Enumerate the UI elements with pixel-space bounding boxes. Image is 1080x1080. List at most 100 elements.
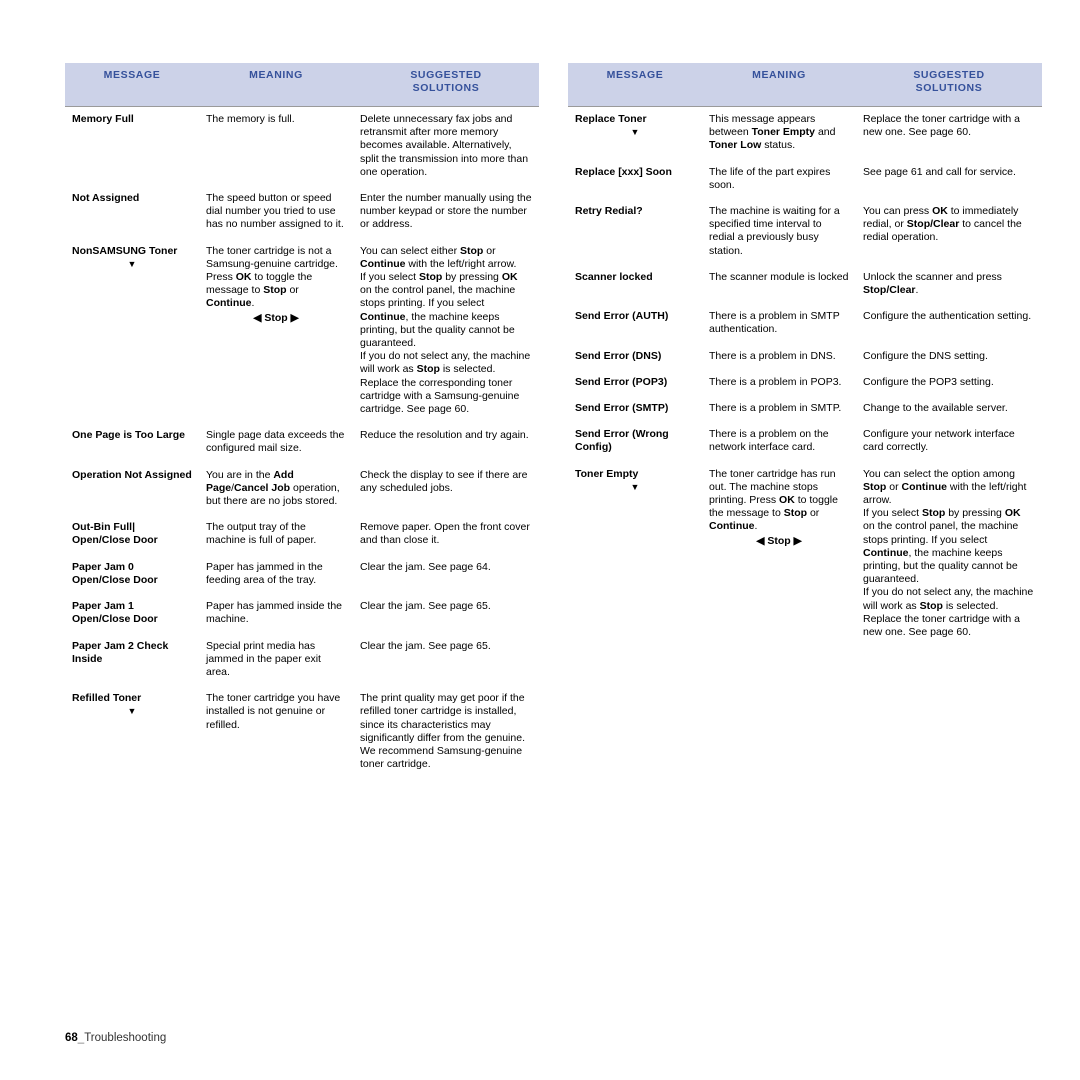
header-solutions-line1: SUGGESTED xyxy=(913,69,985,81)
cell-solution: Configure your network interface card co… xyxy=(863,428,1015,454)
stop-toggle-indicator: ◀ Stop ▶ xyxy=(253,311,299,324)
cell-message: NonSAMSUNG Toner ▼ xyxy=(65,239,199,424)
table-row: Send Error (AUTH) There is a problem in S… xyxy=(568,304,1042,343)
cell-message: Replace [xxx] Soon xyxy=(575,165,672,178)
cell-meaning: Special print media has jammed in the pa… xyxy=(206,639,321,678)
cell-meaning: The toner cartridge you have installed i… xyxy=(206,692,341,731)
cell-solution: Enter the number manually using the numb… xyxy=(360,192,532,231)
table-row: Paper Jam 2 Check Inside Special print me… xyxy=(65,634,539,687)
table-row: Send Error (POP3) There is a problem in P… xyxy=(568,370,1042,396)
table-header-left: MESSAGE MEANING SUGGESTED SOLUTIONS xyxy=(65,63,539,107)
header-message: MESSAGE xyxy=(65,63,199,107)
cell-meaning: There is a problem in DNS. xyxy=(709,349,836,362)
cell-message: Retry Redial? xyxy=(575,205,643,218)
footer-section-label: Troubleshooting xyxy=(84,1032,167,1044)
table-row: Out-Bin Full| Open/Close Door The output … xyxy=(65,515,539,554)
cell-solution: Clear the jam. See page 65. xyxy=(360,600,491,613)
cell-message: One Page is Too Large xyxy=(72,429,185,442)
triangle-down-icon: ▼ xyxy=(127,258,137,269)
cell-message: Out-Bin Full| Open/Close Door xyxy=(72,521,158,547)
cell-meaning: The memory is full. xyxy=(199,106,353,187)
cell-solution: You can press OK to immediately redial, … xyxy=(863,205,1022,244)
cell-solution: Change to the available server. xyxy=(863,402,1008,415)
cell-solution: Configure the authentication setting. xyxy=(863,310,1032,323)
cell-solution: Replace the toner cartridge with a new o… xyxy=(856,105,1042,160)
message-table-right: MESSAGE MEANING SUGGESTED SOLUTIONS Repl… xyxy=(568,63,1042,646)
cell-message: Send Error (Wrong Config) xyxy=(575,428,669,454)
cell-message: Toner Empty ▼ xyxy=(568,462,702,647)
page-footer: 68_Troubleshooting xyxy=(65,1032,166,1044)
cell-meaning: The scanner module is locked xyxy=(709,270,849,283)
cell-meaning: The speed button or speed dial number yo… xyxy=(206,192,344,231)
table-row: Retry Redial? The machine is waiting for … xyxy=(568,199,1042,265)
table-body-left: Memory Full The memory is full. Delete unn… xyxy=(65,106,539,779)
table-row: One Page is Too Large Single page data ex… xyxy=(65,423,539,462)
document-page: MESSAGE MEANING SUGGESTED SOLUTIONS Memo… xyxy=(0,0,1080,1080)
header-solutions-line1: SUGGESTED xyxy=(410,69,482,81)
stop-toggle-indicator: ◀ Stop ▶ xyxy=(756,534,802,547)
cell-meaning: Paper has jammed in the feeding area of … xyxy=(206,560,323,586)
right-column: MESSAGE MEANING SUGGESTED SOLUTIONS Repl… xyxy=(568,63,1042,646)
cell-meaning: The life of the part expires soon. xyxy=(709,165,831,191)
table-row: Replace [xxx] Soon The life of the part e… xyxy=(568,160,1042,199)
cell-message: Paper Jam 0 Open/Close Door xyxy=(72,560,158,586)
cell-message: Send Error (SMTP) xyxy=(575,402,669,415)
table-row: Send Error (DNS) There is a problem in DN… xyxy=(568,344,1042,370)
table-body-right: Replace Toner ▼ This message appears betwe… xyxy=(568,105,1042,647)
cell-message: Operation Not Assigned xyxy=(72,468,192,481)
table-header-row: MESSAGE MEANING SUGGESTED SOLUTIONS xyxy=(568,63,1042,107)
header-solutions-line2: SOLUTIONS xyxy=(412,82,480,95)
cell-message: Send Error (DNS) xyxy=(575,349,662,362)
cell-solution: Check the display to see if there are an… xyxy=(360,468,528,494)
triangle-down-icon: ▼ xyxy=(127,706,137,717)
table-row: Replace Toner ▼ This message appears betwe… xyxy=(568,105,1042,160)
header-meaning: MEANING xyxy=(199,63,353,107)
cell-solution: Delete unnecessary fax jobs and retransm… xyxy=(353,106,539,187)
cell-solution: Clear the jam. See page 64. xyxy=(360,560,491,573)
cell-solution: The print quality may get poor if the re… xyxy=(360,692,525,771)
cell-message: Paper Jam 1 Open/Close Door xyxy=(72,600,158,626)
cell-message: Not Assigned xyxy=(72,192,140,205)
cell-meaning: The output tray of the machine is full o… xyxy=(206,521,317,547)
cell-meaning: There is a problem in POP3. xyxy=(709,375,842,388)
triangle-down-icon: ▼ xyxy=(630,127,640,138)
cell-solution: Remove paper. Open the front cover and t… xyxy=(360,521,530,547)
cell-solution: Unlock the scanner and press Stop/Clear. xyxy=(863,270,1002,297)
cell-meaning: The toner cartridge has run out. The mac… xyxy=(702,462,856,647)
message-table-left: MESSAGE MEANING SUGGESTED SOLUTIONS Memo… xyxy=(65,63,539,778)
cell-solution: Clear the jam. See page 65. xyxy=(360,639,491,652)
table-row: Send Error (Wrong Config) There is a prob… xyxy=(568,422,1042,461)
table-row: Memory Full The memory is full. Delete unn… xyxy=(65,106,539,187)
table-row: Paper Jam 1 Open/Close Door Paper has jam… xyxy=(65,594,539,633)
table-row: Refilled Toner ▼ The toner cartridge you h… xyxy=(65,686,539,778)
cell-meaning: The machine is waiting for a specified t… xyxy=(709,205,840,257)
cell-message: Paper Jam 2 Check Inside xyxy=(72,639,169,665)
header-message: MESSAGE xyxy=(568,63,702,107)
table-row: Not Assigned The speed button or speed di… xyxy=(65,186,539,239)
cell-solution: Reduce the resolution and try again. xyxy=(360,429,529,442)
cell-meaning: Paper has jammed inside the machine. xyxy=(206,600,342,626)
cell-meaning: The toner cartridge is not a Samsung-gen… xyxy=(199,239,353,424)
cell-meaning: There is a problem in SMTP. xyxy=(709,402,842,415)
table-row: Send Error (SMTP) There is a problem in S… xyxy=(568,396,1042,422)
cell-meaning: This message appears between Toner Empty… xyxy=(702,105,856,160)
table-row: Paper Jam 0 Open/Close Door Paper has jam… xyxy=(65,555,539,594)
cell-solution: See page 61 and call for service. xyxy=(863,165,1016,178)
table-row: Scanner locked The scanner module is lock… xyxy=(568,265,1042,304)
cell-message: Scanner locked xyxy=(575,270,653,283)
cell-message: Send Error (POP3) xyxy=(575,375,668,388)
table-row: Operation Not Assigned You are in the Add… xyxy=(65,463,539,516)
cell-meaning: You are in the Add Page/Cancel Job opera… xyxy=(206,468,340,508)
table-header-right: MESSAGE MEANING SUGGESTED SOLUTIONS xyxy=(568,63,1042,107)
cell-solution: Configure the POP3 setting. xyxy=(863,375,994,388)
cell-meaning: There is a problem on the network interf… xyxy=(709,428,829,454)
table-row: NonSAMSUNG Toner ▼ The toner cartridge is … xyxy=(65,239,539,424)
cell-message: Replace Toner ▼ xyxy=(568,105,702,160)
left-column: MESSAGE MEANING SUGGESTED SOLUTIONS Memo… xyxy=(65,63,539,778)
header-suggested-solutions: SUGGESTED SOLUTIONS xyxy=(353,63,539,107)
cell-meaning: Single page data exceeds the configured … xyxy=(206,429,345,455)
table-header-row: MESSAGE MEANING SUGGESTED SOLUTIONS xyxy=(65,63,539,107)
cell-message: Memory Full xyxy=(65,106,199,187)
cell-solution: You can select either Stop or Continue w… xyxy=(360,244,531,416)
cell-message: Send Error (AUTH) xyxy=(575,310,669,323)
